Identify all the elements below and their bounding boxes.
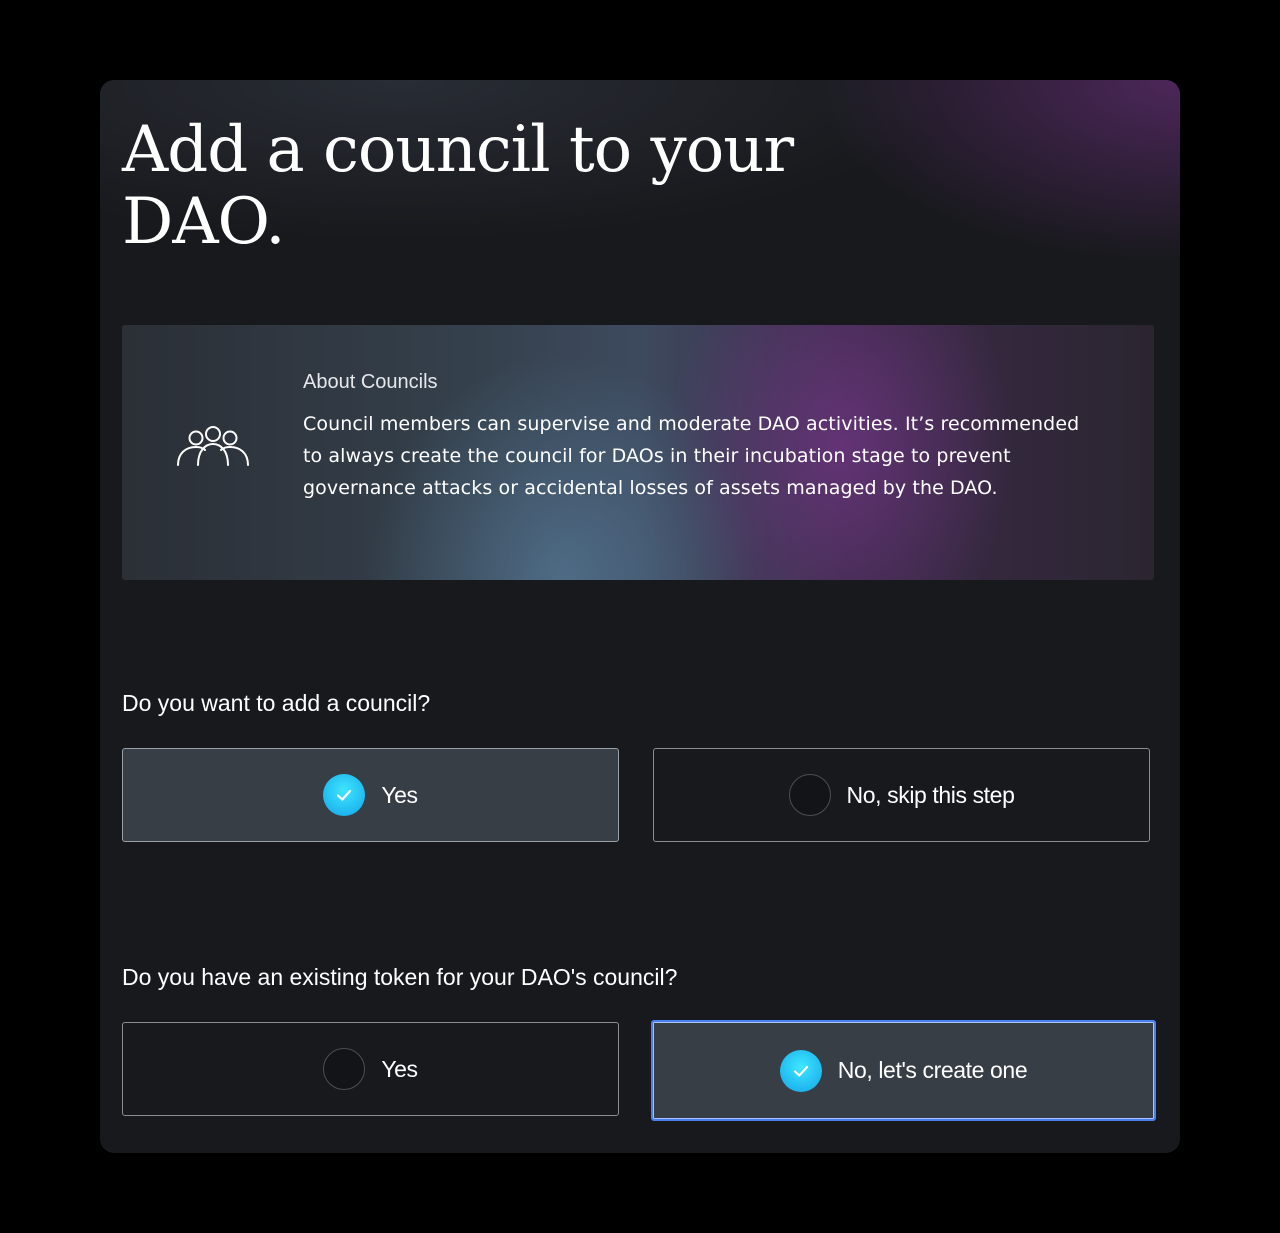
checkmark-icon (337, 789, 352, 801)
about-councils-panel: About Councils Council members can super… (122, 325, 1154, 580)
add-council-yes-option[interactable]: Yes (122, 748, 619, 842)
about-title: About Councils (303, 371, 438, 393)
council-step-card: Add a council to your DAO. About Council… (100, 80, 1180, 1153)
option-label: No, let's create one (837, 1057, 1028, 1083)
existing-token-create-option[interactable]: No, let's create one (651, 1020, 1156, 1121)
question-add-council: Do you want to add a council? (122, 690, 431, 716)
about-description: Council members can supervise and modera… (303, 413, 1080, 499)
radio-unchecked-icon (788, 774, 831, 816)
people-group-icon (177, 426, 249, 466)
radio-checked-icon (323, 774, 366, 816)
radio-unchecked-icon (323, 1048, 366, 1090)
option-label: Yes (381, 1055, 418, 1082)
page-title: Add a council to your DAO. (122, 113, 794, 259)
add-council-skip-option[interactable]: No, skip this step (653, 748, 1150, 842)
option-label: No, skip this step (846, 781, 1015, 808)
radio-checked-icon (779, 1049, 822, 1092)
option-label: Yes (381, 781, 418, 808)
existing-token-yes-option[interactable]: Yes (122, 1022, 619, 1116)
question-existing-token: Do you have an existing token for your D… (122, 964, 678, 990)
checkmark-icon (793, 1065, 808, 1077)
